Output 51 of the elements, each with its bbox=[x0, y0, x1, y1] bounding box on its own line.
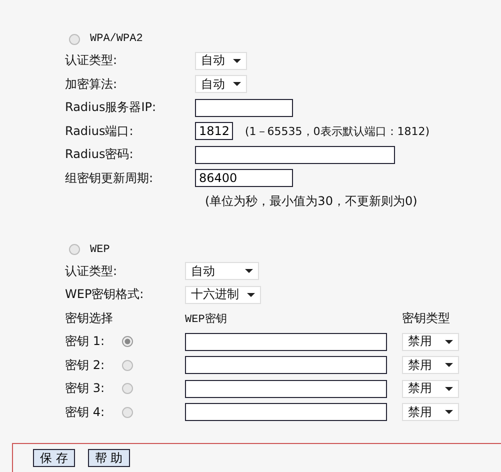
column-header: 密钥类型 bbox=[402, 310, 450, 327]
hint-text: (单位为秒，最小值为30，不更新则为0) bbox=[204, 193, 418, 210]
option-label: WPA/WPA2 bbox=[90, 33, 143, 45]
field-label: 认证类型: bbox=[65, 262, 118, 280]
key-label: 密钥 4: bbox=[65, 404, 106, 421]
dropdown[interactable]: 自动 bbox=[195, 75, 247, 94]
field-label: WEP密钥格式: bbox=[65, 286, 145, 304]
key-input-field[interactable] bbox=[185, 380, 387, 398]
caret-icon bbox=[445, 386, 453, 391]
dropdown[interactable]: 禁用 bbox=[402, 380, 459, 398]
field-label: Radius密码: bbox=[65, 146, 134, 164]
field-label: Radius端口: bbox=[65, 122, 134, 140]
hint-text: (1－65535，0表示默认端口：1812) bbox=[245, 124, 430, 139]
key-input-field[interactable] bbox=[185, 356, 387, 374]
column-header: 密钥选择 bbox=[65, 310, 114, 327]
caret-icon bbox=[247, 292, 255, 297]
radio-button[interactable] bbox=[69, 244, 80, 255]
dropdown[interactable]: 自动 bbox=[195, 52, 247, 70]
dropdown[interactable]: 禁用 bbox=[402, 356, 459, 374]
field-label: 认证类型: bbox=[65, 52, 118, 70]
caret-icon bbox=[233, 58, 241, 63]
field-label: 组密钥更新周期: bbox=[65, 170, 154, 187]
caret-icon bbox=[445, 410, 453, 414]
key-input-field[interactable] bbox=[185, 332, 387, 351]
dropdown[interactable]: 禁用 bbox=[402, 332, 459, 351]
key-label: 密钥 3: bbox=[65, 380, 106, 398]
caret-icon bbox=[445, 363, 453, 368]
dropdown[interactable]: 禁用 bbox=[402, 403, 459, 422]
input-field[interactable] bbox=[195, 98, 293, 117]
radio-button[interactable] bbox=[122, 336, 133, 348]
radio-button[interactable] bbox=[122, 360, 133, 371]
option-label: WEP bbox=[90, 244, 110, 256]
caret-icon bbox=[233, 82, 241, 86]
input-field[interactable]: 1812 bbox=[195, 122, 233, 140]
key-input-field[interactable] bbox=[185, 403, 387, 422]
input-field[interactable] bbox=[195, 146, 395, 164]
key-label: 密钥 2: bbox=[65, 356, 106, 374]
column-header: WEP密钥 bbox=[185, 312, 228, 326]
radio-button[interactable] bbox=[122, 406, 133, 418]
field-label: 加密算法: bbox=[65, 76, 118, 93]
save-button[interactable]: 保 存 bbox=[33, 449, 75, 467]
dropdown[interactable]: 十六进制 bbox=[185, 286, 261, 304]
input-field[interactable]: 86400 bbox=[195, 169, 293, 188]
radio-button[interactable] bbox=[122, 383, 133, 394]
key-label: 密钥 1: bbox=[65, 333, 106, 350]
caret-icon bbox=[445, 340, 453, 344]
field-label: Radius服务器IP: bbox=[65, 99, 158, 116]
dropdown[interactable]: 自动 bbox=[185, 262, 259, 280]
radio-button[interactable] bbox=[69, 34, 80, 44]
help-button[interactable]: 帮 助 bbox=[88, 449, 130, 467]
caret-icon bbox=[245, 269, 253, 274]
